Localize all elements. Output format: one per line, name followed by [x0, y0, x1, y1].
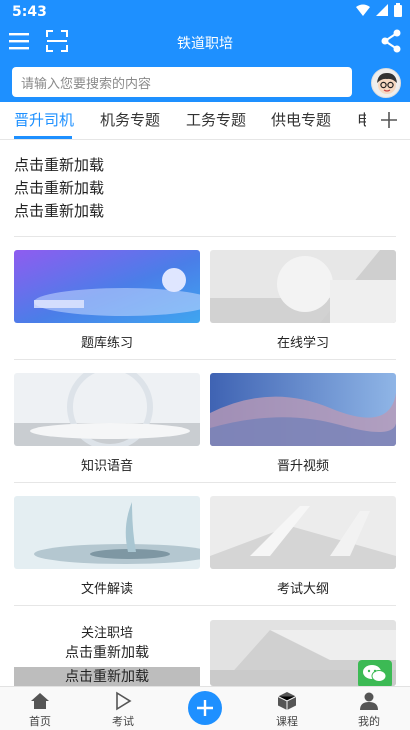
nav-label: 课程 — [276, 715, 298, 728]
nav-label: 我的 — [358, 715, 380, 728]
search-bar: 请输入您要搜索的内容 — [0, 62, 410, 102]
nav-label: 首页 — [29, 715, 51, 728]
card-label: 题库练习 — [80, 336, 133, 351]
card-exam-outline[interactable]: 考试大纲 — [210, 496, 396, 598]
card-document-reading[interactable]: 文件解读 — [14, 496, 200, 598]
search-input[interactable]: 请输入您要搜索的内容 — [12, 67, 352, 97]
divider — [14, 236, 396, 237]
app-title: 铁道职培 — [177, 36, 233, 52]
card-label: 晋升视频 — [276, 459, 329, 474]
play-icon — [116, 691, 132, 711]
status-bar: 5:43 — [0, 0, 410, 24]
status-time: 5:43 — [12, 4, 47, 20]
divider — [14, 359, 396, 360]
online-learning-thumbnail — [210, 250, 396, 323]
follow-title: 关注职培 — [80, 626, 133, 641]
cube-icon — [277, 692, 297, 710]
tab-locomotive[interactable]: 机务专题 — [100, 109, 160, 130]
promotion-video-thumbnail — [210, 373, 396, 446]
divider — [14, 482, 396, 483]
reload-link[interactable]: 点击重新加载 — [14, 642, 200, 662]
reload-link[interactable]: 点击重新加载 — [14, 666, 200, 686]
tab-power-supply[interactable]: 供电专题 — [271, 109, 331, 130]
knowledge-audio-thumbnail — [14, 373, 200, 446]
tab-promotion-driver[interactable]: 晋升司机 — [14, 109, 74, 130]
exam-outline-thumbnail — [210, 496, 396, 569]
plus-icon — [381, 112, 397, 128]
reload-link[interactable]: 点击重新加载 — [14, 200, 104, 221]
tab-add-button[interactable] — [366, 102, 410, 139]
card-label: 知识语音 — [80, 459, 133, 474]
nav-home[interactable]: 首页 — [10, 687, 70, 730]
wechat-button[interactable] — [358, 660, 392, 688]
card-label: 考试大纲 — [276, 582, 329, 597]
person-icon — [360, 692, 378, 710]
active-tab-indicator — [14, 136, 72, 139]
nav-label: 考试 — [112, 715, 134, 728]
home-icon — [31, 693, 49, 709]
avatar[interactable] — [371, 68, 401, 98]
avatar-face-icon — [377, 73, 397, 94]
reload-link[interactable]: 点击重新加载 — [14, 177, 104, 198]
share-icon[interactable] — [380, 29, 402, 53]
question-bank-thumbnail — [14, 250, 200, 323]
category-tabs: 晋升司机 机务专题 工务专题 供电专题 电 — [0, 102, 410, 140]
document-reading-thumbnail — [14, 496, 200, 569]
card-question-bank[interactable]: 题库练习 — [14, 250, 200, 352]
wechat-icon — [363, 665, 387, 682]
app-bar: 铁道职培 — [0, 24, 410, 62]
nav-course[interactable]: 课程 — [257, 687, 317, 730]
nav-profile[interactable]: 我的 — [339, 687, 399, 730]
divider — [14, 605, 396, 606]
bottom-navigation: 首页 考试 课程 我的 — [0, 686, 410, 730]
nav-exam[interactable]: 考试 — [93, 687, 153, 730]
wifi-icon — [356, 4, 370, 16]
card-label: 文件解读 — [80, 582, 133, 597]
card-promotion-video[interactable]: 晋升视频 — [210, 373, 396, 475]
follow-section: 关注职培 点击重新加载 点击重新加载 — [14, 620, 200, 686]
add-icon — [197, 700, 213, 716]
card-online-learning[interactable]: 在线学习 — [210, 250, 396, 352]
card-knowledge-audio[interactable]: 知识语音 — [14, 373, 200, 475]
battery-icon — [394, 3, 402, 17]
tab-track[interactable]: 工务专题 — [186, 109, 246, 130]
signal-icon — [376, 4, 388, 16]
system-icons — [356, 3, 402, 17]
card-label: 在线学习 — [276, 336, 329, 351]
reload-link[interactable]: 点击重新加载 — [14, 154, 104, 175]
add-button[interactable] — [188, 691, 222, 725]
